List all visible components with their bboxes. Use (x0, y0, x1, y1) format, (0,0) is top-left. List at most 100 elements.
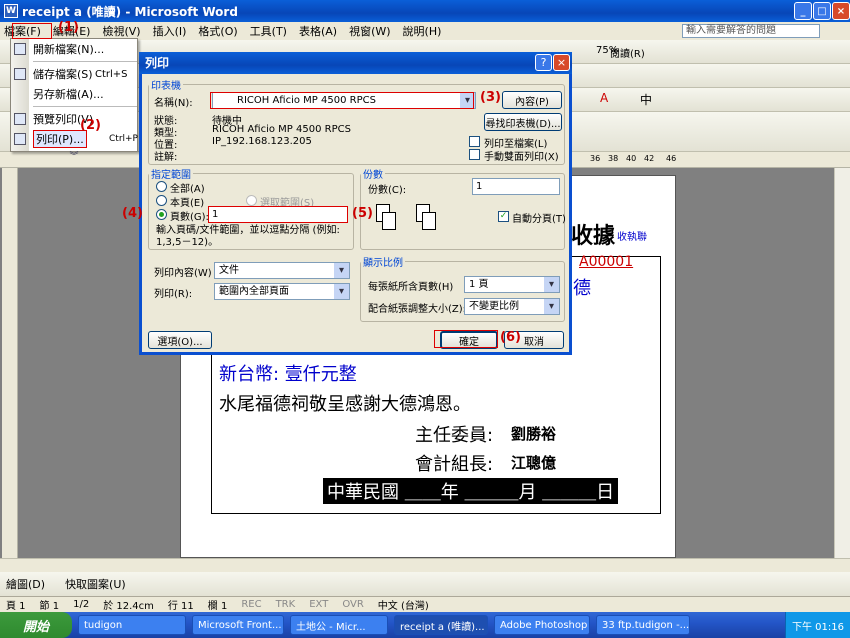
maximize-button[interactable]: □ (813, 2, 831, 20)
menu-window[interactable]: 視窗(W) (349, 23, 390, 39)
ruler-tick: 46 (666, 154, 677, 163)
file-menu-highlight (12, 23, 52, 39)
print-to-file-checkbox[interactable] (469, 136, 480, 147)
chevron-down-icon[interactable]: ︾ (11, 149, 137, 162)
doc-title: 收據 (571, 224, 616, 249)
window-title: receipt a (唯讀) - Microsoft Word (22, 4, 238, 19)
status-section: 節 1 (39, 601, 60, 612)
status-bar: 頁 1 節 1 1/2 於 12.4cm 行 11 欄 1 REC TRK EX… (0, 596, 850, 612)
menu-item-label: 列印(P)... (33, 130, 87, 148)
task-button[interactable]: Adobe Photoshop (494, 615, 590, 635)
clock[interactable]: 下午 01:16 (792, 618, 844, 633)
annotation-2: (2) (80, 118, 101, 133)
pages-input[interactable]: 1 (208, 206, 348, 223)
annotation-5: (5) (352, 206, 373, 221)
ruler-tick: 42 (644, 154, 655, 163)
vertical-scrollbar[interactable] (834, 168, 850, 558)
menu-help[interactable]: 說明(H) (403, 23, 442, 39)
ruler-tick: 36 (590, 154, 601, 163)
status-rec[interactable]: REC (241, 599, 261, 610)
read-button[interactable]: 閱讀(R) (610, 45, 645, 60)
range-current-radio[interactable] (156, 195, 167, 206)
collate-checkbox[interactable]: ✓ (498, 211, 509, 222)
annotation-4: (4) (122, 206, 143, 221)
date-line: 中華民國 ＿＿年 ＿＿＿月 ＿＿＿日 (323, 478, 619, 504)
menu-item-print-preview[interactable]: 預覽列印(V) (11, 109, 137, 129)
status-trk[interactable]: TRK (276, 599, 296, 610)
collate-label: 自動分頁(T) (512, 214, 566, 225)
print-select[interactable]: 範圍內全部頁面 (214, 283, 350, 300)
copies-label: 份數(C): (368, 185, 407, 196)
range-pages-radio[interactable] (156, 209, 167, 220)
preview-icon (14, 113, 26, 125)
ok-button-highlight (434, 330, 498, 348)
annotation-6: (6) (500, 330, 521, 345)
scale-label: 配合紙張調整大小(Z): (368, 304, 467, 315)
find-printer-button[interactable]: 尋找印表機(D)... (484, 113, 562, 131)
menu-insert[interactable]: 插入(I) (153, 23, 187, 39)
taskbar: 開始 tudigon Microsoft Front... 土地公 - Micr… (0, 612, 850, 638)
options-button[interactable]: 選項(O)... (148, 331, 212, 349)
collate-icon (368, 200, 448, 242)
draw-menu-button[interactable]: 繪圖(D) (6, 576, 45, 592)
task-button-active[interactable]: receipt a (唯讀)... (394, 615, 488, 635)
print-what-label: 列印內容(W) (154, 268, 212, 279)
horizontal-scrollbar[interactable] (0, 558, 850, 572)
font-color-icon[interactable]: A (600, 91, 608, 105)
dialog-close-button[interactable]: × (553, 54, 570, 71)
print-what-select[interactable]: 文件 (214, 262, 350, 279)
copies-input[interactable]: 1 (472, 178, 560, 195)
status-ext[interactable]: EXT (309, 599, 328, 610)
copies-group-label: 份數 (363, 170, 383, 181)
help-search-input[interactable]: 輸入需要解答的問題 (682, 24, 820, 38)
range-all-radio[interactable] (156, 181, 167, 192)
range-pages-label: 頁數(G): (170, 212, 209, 223)
pages-per-sheet-select[interactable]: 1 頁 (464, 276, 560, 293)
where-value: IP_192.168.123.205 (212, 136, 312, 147)
close-button[interactable]: × (832, 2, 850, 20)
status-page: 頁 1 (6, 601, 26, 612)
menu-item-save[interactable]: 儲存檔案(S) Ctrl+S (11, 64, 137, 84)
system-tray: 下午 01:16 (785, 612, 850, 638)
task-button[interactable]: 33 ftp.tudigon -... (596, 615, 690, 635)
range-current-label: 本頁(E) (170, 198, 205, 209)
scale-select[interactable]: 不變更比例 (464, 298, 560, 315)
doc-title-small: 收執聯 (617, 232, 647, 243)
task-button[interactable]: tudigon (78, 615, 186, 635)
word-app-icon: W (4, 4, 18, 18)
manual-duplex-label: 手動雙面列印(X) (484, 152, 559, 163)
start-button[interactable]: 開始 (0, 612, 72, 638)
receipt-number: A00001 (579, 254, 634, 270)
save-icon (14, 68, 26, 80)
menu-view[interactable]: 檢視(V) (102, 23, 140, 39)
dialog-title: 列印 (145, 56, 170, 70)
vertical-ruler (2, 168, 18, 558)
manual-duplex-checkbox[interactable] (469, 149, 480, 160)
menu-item-new[interactable]: 開新檔案(N)... (11, 39, 137, 59)
status-line: 行 11 (167, 601, 194, 612)
phonetic-icon[interactable]: 中 (640, 91, 652, 108)
menu-item-shortcut: Ctrl+P (109, 134, 138, 144)
status-ovr[interactable]: OVR (342, 599, 363, 610)
menu-item-shortcut: Ctrl+S (95, 68, 128, 80)
menu-table[interactable]: 表格(A) (299, 23, 337, 39)
properties-button[interactable]: 內容(P) (502, 91, 562, 109)
printer-name-highlight (210, 92, 474, 109)
menu-tools[interactable]: 工具(T) (250, 23, 287, 39)
menu-format[interactable]: 格式(O) (198, 23, 237, 39)
dialog-titlebar: 列印 (139, 52, 572, 74)
annotation-1: (1) (58, 20, 79, 35)
print-icon (14, 133, 26, 145)
menu-item-save-as[interactable]: 另存新檔(A)... (11, 84, 137, 104)
range-all-label: 全部(A) (170, 184, 205, 195)
task-button[interactable]: Microsoft Front... (192, 615, 284, 635)
help-icon[interactable]: ? (535, 54, 552, 71)
menu-item-print[interactable]: 列印(P)... Ctrl+P (11, 129, 138, 149)
autoshape-button[interactable]: 快取圖案(U) (65, 576, 126, 592)
new-doc-icon (14, 43, 26, 55)
thanks-line: 水尾福德祠敬呈感謝大德鴻恩。 (219, 394, 471, 415)
pages-per-sheet-label: 每張紙所含頁數(H) (368, 282, 454, 293)
range-selection-radio[interactable] (246, 195, 257, 206)
task-button[interactable]: 土地公 - Micr... (290, 615, 388, 635)
minimize-button[interactable]: _ (794, 2, 812, 20)
